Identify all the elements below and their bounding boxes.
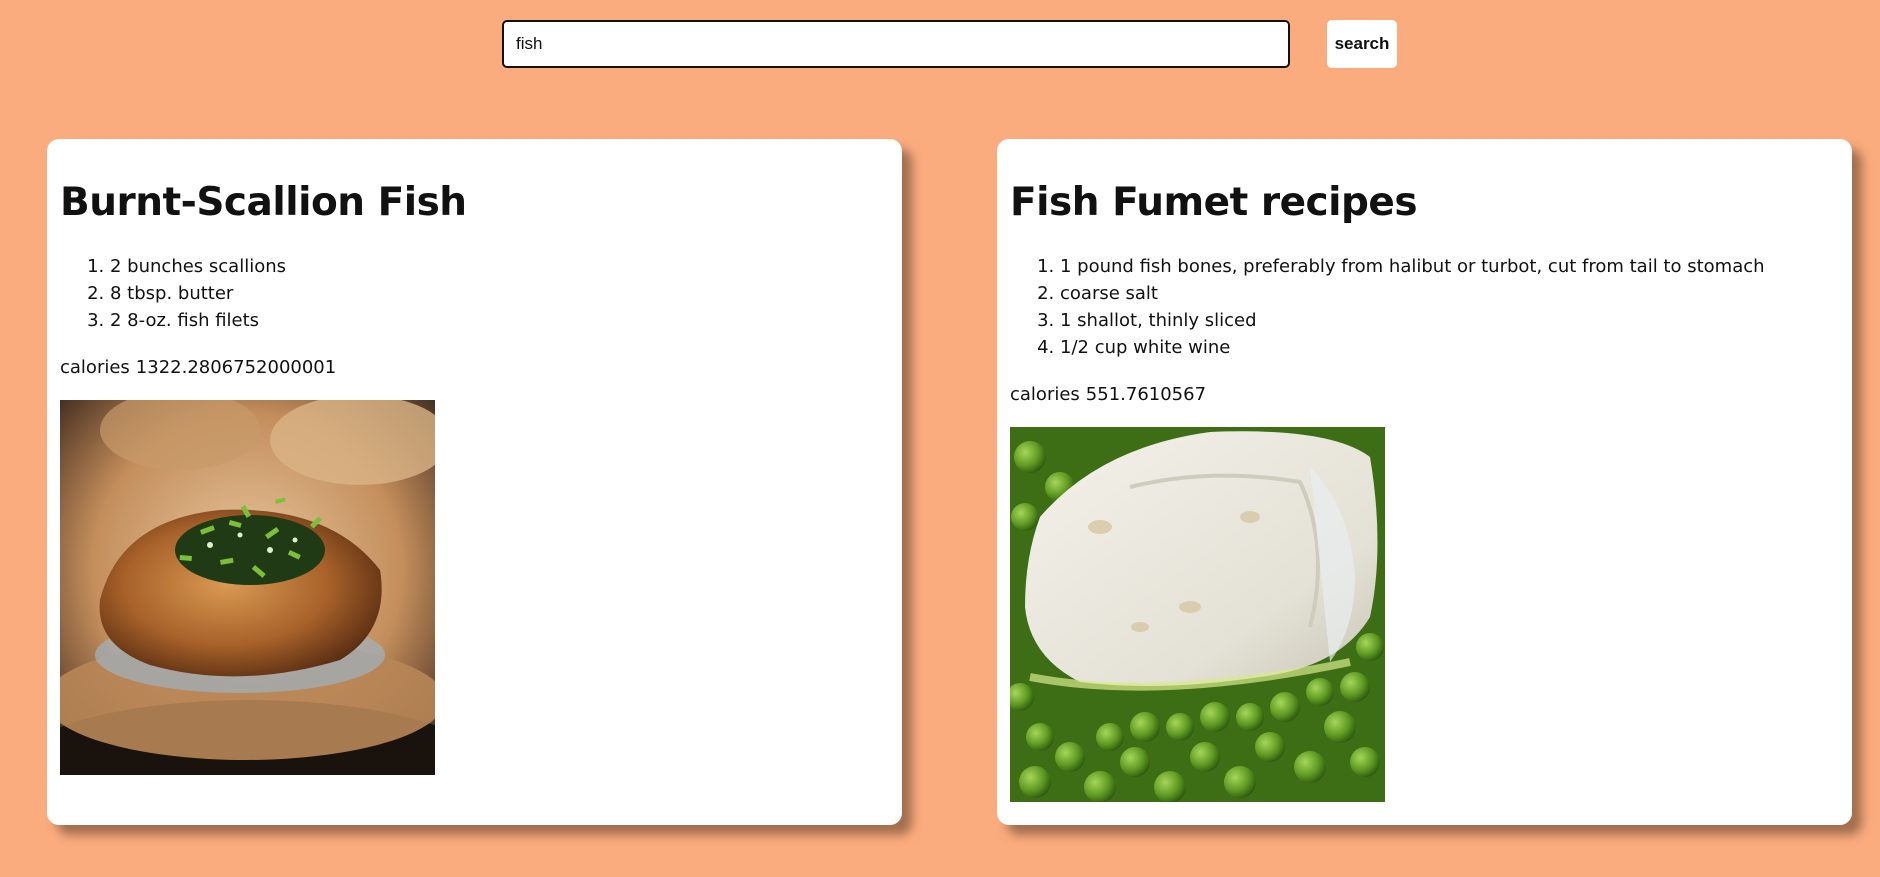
- search-input[interactable]: [502, 20, 1290, 68]
- recipe-title: Fish Fumet recipes: [1010, 180, 1418, 225]
- calories-label: calories: [1010, 384, 1080, 405]
- ingredient-item: coarse salt: [1060, 280, 1839, 307]
- ingredient-item: 2 8-oz. fish filets: [110, 307, 889, 334]
- ingredient-item: 1 pound fish bones, preferably from hali…: [1060, 253, 1839, 280]
- recipe-photo: [1010, 427, 1385, 802]
- ingredient-item: 2 bunches scallions: [110, 253, 889, 280]
- ingredient-list: 2 bunches scallions 8 tbsp. butter 2 8-o…: [60, 253, 889, 334]
- recipe-photo: [60, 400, 435, 775]
- ingredient-item: 1 shallot, thinly sliced: [1060, 307, 1839, 334]
- calories-label: calories: [60, 357, 130, 378]
- ingredient-item: 1/2 cup white wine: [1060, 334, 1839, 361]
- ingredient-list: 1 pound fish bones, preferably from hali…: [1010, 253, 1839, 361]
- recipe-title: Burnt-Scallion Fish: [60, 180, 467, 225]
- recipe-card: Fish Fumet recipes 1 pound fish bones, p…: [997, 139, 1852, 825]
- search-bar: search: [502, 20, 1397, 68]
- search-button[interactable]: search: [1327, 20, 1397, 68]
- calories-info: calories 551.7610567: [1010, 381, 1839, 408]
- ingredient-item: 8 tbsp. butter: [110, 280, 889, 307]
- recipe-card: Burnt-Scallion Fish 2 bunches scallions …: [47, 139, 902, 825]
- calories-info: calories 1322.2806752000001: [60, 354, 889, 381]
- calories-value: 551.7610567: [1085, 384, 1207, 405]
- calories-value: 1322.2806752000001: [135, 357, 337, 378]
